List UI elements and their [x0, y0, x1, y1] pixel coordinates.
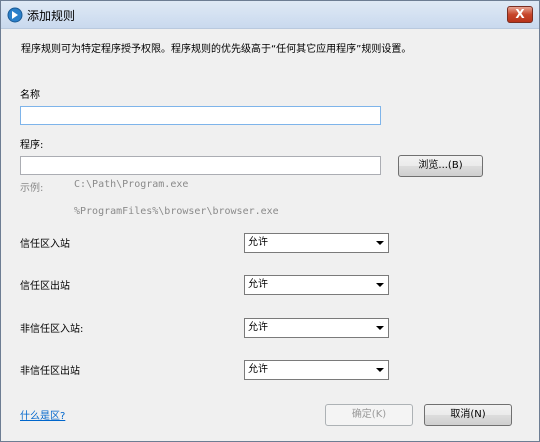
rule-label-trusted-inbound: 信任区入站: [20, 239, 70, 250]
rule-label-untrusted-inbound: 非信任区入站:: [20, 324, 84, 335]
select-value: 允许: [248, 237, 268, 248]
rule-label-untrusted-outbound: 非信任区出站: [20, 366, 80, 377]
rule-label-trusted-outbound: 信任区出站: [20, 281, 70, 292]
add-rule-dialog: 添加规则 X 程序规则可为特定程序授予权限。程序规则的优先级高于“任何其它应用程…: [0, 0, 540, 442]
chevron-down-icon: [376, 326, 384, 330]
select-value: 允许: [248, 364, 268, 375]
program-input[interactable]: [20, 156, 381, 175]
select-value: 允许: [248, 322, 268, 333]
browse-button[interactable]: 浏览...(B): [398, 155, 483, 177]
select-value: 允许: [248, 279, 268, 290]
chevron-down-icon: [376, 241, 384, 245]
security-app-icon: [7, 7, 23, 23]
name-input[interactable]: [20, 106, 381, 125]
title-bar: 添加规则 X: [1, 1, 539, 29]
program-label: 程序:: [20, 140, 44, 151]
example-label: 示例:: [20, 183, 44, 194]
description-text: 程序规则可为特定程序授予权限。程序规则的优先级高于“任何其它应用程序”规则设置。: [21, 44, 412, 55]
help-link-what-is-zone[interactable]: 什么是区?: [20, 407, 65, 422]
cancel-button[interactable]: 取消(N): [424, 404, 512, 426]
chevron-down-icon: [376, 283, 384, 287]
dialog-body: 程序规则可为特定程序授予权限。程序规则的优先级高于“任何其它应用程序”规则设置。…: [1, 30, 539, 441]
close-button[interactable]: X: [507, 6, 533, 23]
select-trusted-outbound[interactable]: 允许: [244, 275, 389, 295]
ok-button[interactable]: 确定(K): [325, 404, 413, 426]
name-label: 名称: [20, 90, 40, 101]
example-path-2: %ProgramFiles%\browser\browser.exe: [74, 206, 279, 217]
select-untrusted-inbound[interactable]: 允许: [244, 318, 389, 338]
chevron-down-icon: [376, 368, 384, 372]
select-untrusted-outbound[interactable]: 允许: [244, 360, 389, 380]
select-trusted-inbound[interactable]: 允许: [244, 233, 389, 253]
window-title: 添加规则: [27, 9, 76, 23]
example-path-1: C:\Path\Program.exe: [74, 179, 189, 190]
